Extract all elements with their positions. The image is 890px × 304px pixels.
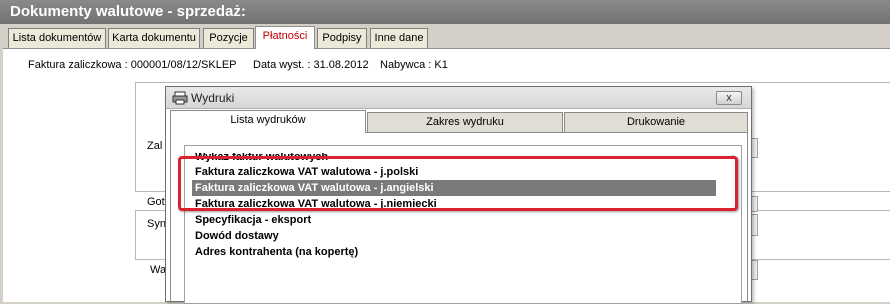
list-item[interactable]: Adres kontrahenta (na kopertę)	[192, 244, 716, 260]
bg-label-zal: Zal	[147, 140, 163, 152]
tab-podpisy[interactable]: Podpisy	[317, 28, 367, 48]
printer-icon	[172, 91, 188, 105]
tab-platnosci[interactable]: Płatności	[255, 26, 315, 49]
dialog-title: Wydruki	[191, 91, 235, 105]
tab-inne-dane[interactable]: Inne dane	[370, 28, 428, 48]
buyer: Nabywca : K1	[380, 59, 448, 71]
list-item[interactable]: Specyfikacja - eksport	[192, 212, 716, 228]
main-tabs: Lista dokumentów Karta dokumentu Pozycje…	[0, 26, 890, 49]
close-button[interactable]: x	[716, 91, 742, 105]
dialog-titlebar: Wydruki x	[166, 87, 751, 109]
invoice-number: Faktura zaliczkowa : 000001/08/12/SKLEP	[28, 59, 237, 71]
list-item[interactable]: Dowód dostawy	[192, 228, 716, 244]
window-title: Dokumenty walutowe - sprzedaż:	[0, 0, 890, 24]
issue-date: Data wyst. : 31.08.2012	[253, 59, 369, 71]
tab-zakres-wydruku[interactable]: Zakres wydruku	[367, 112, 563, 133]
tab-pozycje[interactable]: Pozycje	[203, 28, 254, 48]
tab-lista-wydrukow[interactable]: Lista wydruków	[170, 110, 366, 133]
tab-karta-dokumentu[interactable]: Karta dokumentu	[108, 28, 200, 48]
tab-drukowanie[interactable]: Drukowanie	[564, 112, 748, 133]
bg-label-wa: Wa	[150, 264, 167, 276]
tab-lista-dokumentow[interactable]: Lista dokumentów	[8, 28, 106, 48]
close-icon: x	[726, 92, 732, 104]
highlight-box	[178, 156, 738, 211]
bg-label-got: Got	[147, 196, 165, 208]
